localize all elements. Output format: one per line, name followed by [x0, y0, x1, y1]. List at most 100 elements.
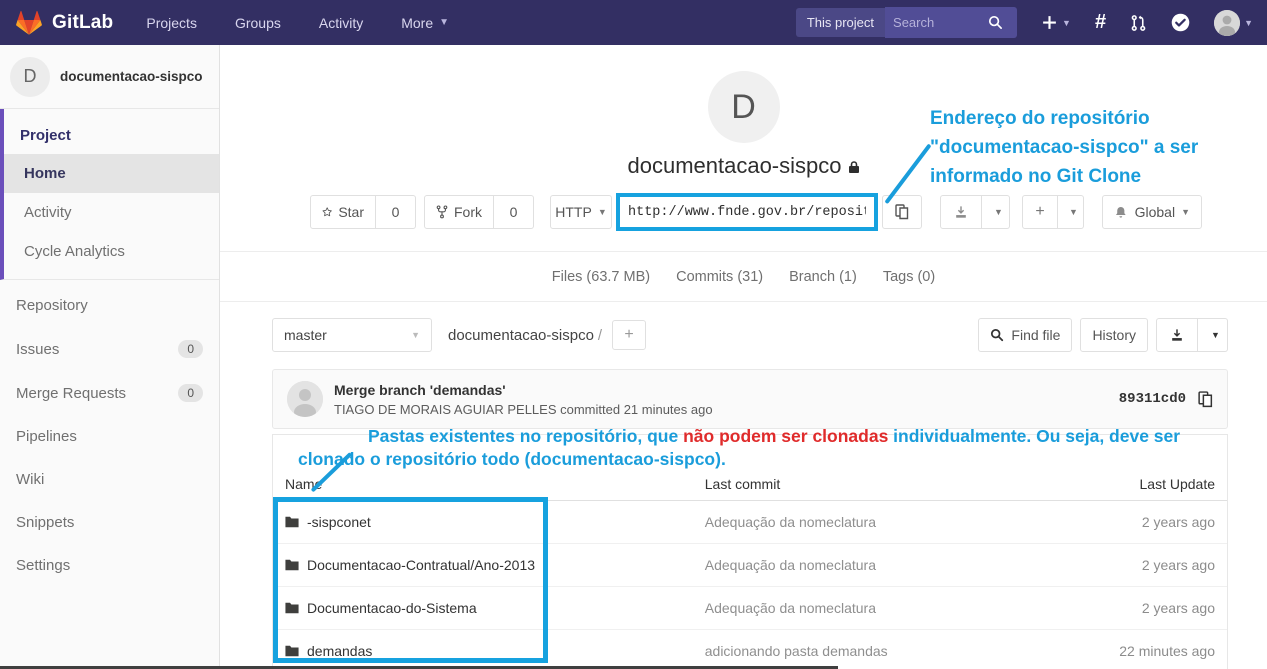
copy-sha-button[interactable] — [1198, 391, 1213, 408]
chevron-down-icon: ▼ — [994, 207, 1003, 217]
folder-link[interactable]: Documentacao-do-Sistema — [285, 600, 681, 616]
history-button[interactable]: History — [1080, 318, 1148, 352]
sidebar-item-merge-requests[interactable]: Merge Requests0 — [0, 371, 219, 415]
nav-projects[interactable]: Projects — [127, 0, 216, 45]
sidebar-item-activity[interactable]: Activity — [4, 193, 219, 232]
top-navbar: GitLab Projects Groups Activity More▼ Th… — [0, 0, 1267, 45]
copy-url-button[interactable] — [882, 195, 922, 229]
star-count[interactable]: 0 — [376, 195, 416, 229]
create-new-button[interactable]: + — [1022, 195, 1058, 229]
sidebar-project-group: Project Home Activity Cycle Analytics — [0, 109, 219, 280]
bell-icon — [1114, 205, 1128, 220]
search-icon — [988, 15, 1003, 30]
download-options-caret[interactable]: ▼ — [982, 195, 1010, 229]
user-avatar[interactable] — [1214, 10, 1240, 36]
branch-stat-link[interactable]: Branch (1) — [789, 269, 857, 285]
folder-link[interactable]: -sispconet — [285, 514, 681, 530]
merge-requests-shortcut-button[interactable] — [1130, 14, 1147, 32]
private-lock-icon — [848, 154, 860, 180]
gitlab-logo[interactable]: GitLab — [0, 10, 127, 36]
folder-link[interactable]: Documentacao-Contratual/Ano-2013 — [285, 557, 681, 573]
issues-count-badge: 0 — [178, 340, 203, 358]
merge-requests-count-badge: 0 — [178, 384, 203, 402]
nav-groups[interactable]: Groups — [216, 0, 300, 45]
commit-message-link[interactable]: Adequação da nomeclatura — [705, 557, 876, 573]
sidebar-item-cycle-analytics[interactable]: Cycle Analytics — [4, 232, 219, 271]
todos-button[interactable] — [1171, 13, 1190, 32]
sidebar-item-issues[interactable]: Issues0 — [0, 327, 219, 371]
chevron-down-icon: ▼ — [1181, 207, 1190, 217]
tags-stat-link[interactable]: Tags (0) — [883, 269, 935, 285]
col-header-last-update: Last Update — [1074, 472, 1227, 501]
table-row: Documentacao-Contratual/Ano-2013 Adequaç… — [273, 544, 1227, 587]
find-file-button[interactable]: Find file — [978, 318, 1072, 352]
branch-selector[interactable]: master▼ — [272, 318, 432, 352]
commits-stat-link[interactable]: Commits (31) — [676, 269, 763, 285]
create-new-caret[interactable]: ▼ — [1058, 195, 1084, 229]
table-row: -sispconet Adequação da nomeclatura 2 ye… — [273, 501, 1227, 544]
sidebar-project-header[interactable]: D documentacao-sispco — [0, 45, 219, 109]
committer-avatar[interactable] — [287, 381, 323, 417]
breadcrumb-project-link[interactable]: documentacao-sispco — [448, 327, 594, 344]
sidebar-item-repository[interactable]: Repository — [0, 284, 219, 327]
clone-url-input[interactable] — [620, 197, 874, 227]
files-stat-link[interactable]: Files (63.7 MB) — [552, 269, 650, 285]
nav-more[interactable]: More▼ — [382, 0, 468, 45]
table-row: Documentacao-do-Sistema Adequação da nom… — [273, 587, 1227, 630]
chevron-down-icon: ▼ — [598, 207, 607, 217]
nav-activity[interactable]: Activity — [300, 0, 382, 45]
last-update: 2 years ago — [1142, 600, 1215, 616]
project-sidebar: D documentacao-sispco Project Home Activ… — [0, 45, 220, 669]
last-update: 2 years ago — [1142, 557, 1215, 573]
gitlab-project-page: GitLab Projects Groups Activity More▼ Th… — [0, 0, 1267, 669]
clone-url-highlight-box — [616, 193, 878, 231]
col-header-last-commit: Last commit — [693, 472, 1075, 501]
download-source-button[interactable] — [940, 195, 982, 229]
project-stats-row: Files (63.7 MB) Commits (31) Branch (1) … — [220, 252, 1267, 302]
avatar-person-icon — [287, 381, 323, 417]
avatar-person-icon — [1214, 10, 1240, 36]
commit-message-link[interactable]: adicionando pasta demandas — [705, 643, 888, 659]
commit-message-link[interactable]: Adequação da nomeclatura — [705, 514, 876, 530]
sidebar-item-pipelines[interactable]: Pipelines — [0, 415, 219, 458]
chevron-down-icon: ▼ — [1244, 18, 1253, 28]
add-file-button[interactable]: + — [612, 320, 646, 350]
last-commit-panel: Merge branch 'demandas' TIAGO DE MORAIS … — [272, 369, 1228, 429]
download-icon — [1170, 328, 1184, 342]
chevron-down-icon: ▼ — [411, 330, 420, 340]
chevron-down-icon: ▼ — [439, 17, 449, 28]
sidebar-project-name: documentacao-sispco — [60, 69, 203, 84]
sidebar-item-wiki[interactable]: Wiki — [0, 458, 219, 501]
check-circle-icon — [1171, 13, 1190, 32]
file-table: Name Last commit Last Update -sispconet … — [273, 472, 1227, 669]
breadcrumb: documentacao-sispco/ — [448, 327, 606, 344]
commit-sha: 89311cd0 — [1119, 391, 1186, 407]
chevron-down-icon: ▼ — [1062, 18, 1071, 28]
sidebar-item-home[interactable]: Home — [4, 154, 219, 193]
commit-message-link[interactable]: Adequação da nomeclatura — [705, 600, 876, 616]
folder-icon — [285, 516, 299, 528]
download-repo-caret[interactable]: ▼ — [1198, 318, 1228, 352]
repo-toolbar: master▼ documentacao-sispco/ + Find file… — [272, 317, 1228, 353]
sidebar-item-settings[interactable]: Settings — [0, 544, 219, 587]
chevron-down-icon: ▼ — [1069, 207, 1078, 217]
notification-setting-button[interactable]: Global▼ — [1102, 195, 1202, 229]
search-box[interactable] — [885, 7, 1017, 38]
search-scope-label: This project — [796, 8, 885, 37]
sidebar-item-snippets[interactable]: Snippets — [0, 501, 219, 544]
search-input[interactable] — [893, 15, 988, 30]
last-update: 2 years ago — [1142, 514, 1215, 530]
star-button[interactable]: Star — [310, 195, 376, 229]
commit-title-link[interactable]: Merge branch 'demandas' — [334, 382, 713, 398]
fork-button[interactable]: Fork — [424, 195, 494, 229]
table-row: demandas adicionando pasta demandas 22 m… — [273, 630, 1227, 669]
issues-shortcut-button[interactable]: # — [1095, 11, 1106, 34]
sidebar-group-project[interactable]: Project — [4, 115, 219, 154]
download-repo-button[interactable] — [1156, 318, 1198, 352]
new-menu-button[interactable]: ▼ — [1041, 14, 1071, 31]
hash-icon: # — [1095, 11, 1106, 34]
folder-link[interactable]: demandas — [285, 643, 681, 659]
protocol-dropdown[interactable]: HTTP▼ — [550, 195, 612, 229]
fork-count[interactable]: 0 — [494, 195, 534, 229]
clipboard-icon — [895, 204, 909, 220]
